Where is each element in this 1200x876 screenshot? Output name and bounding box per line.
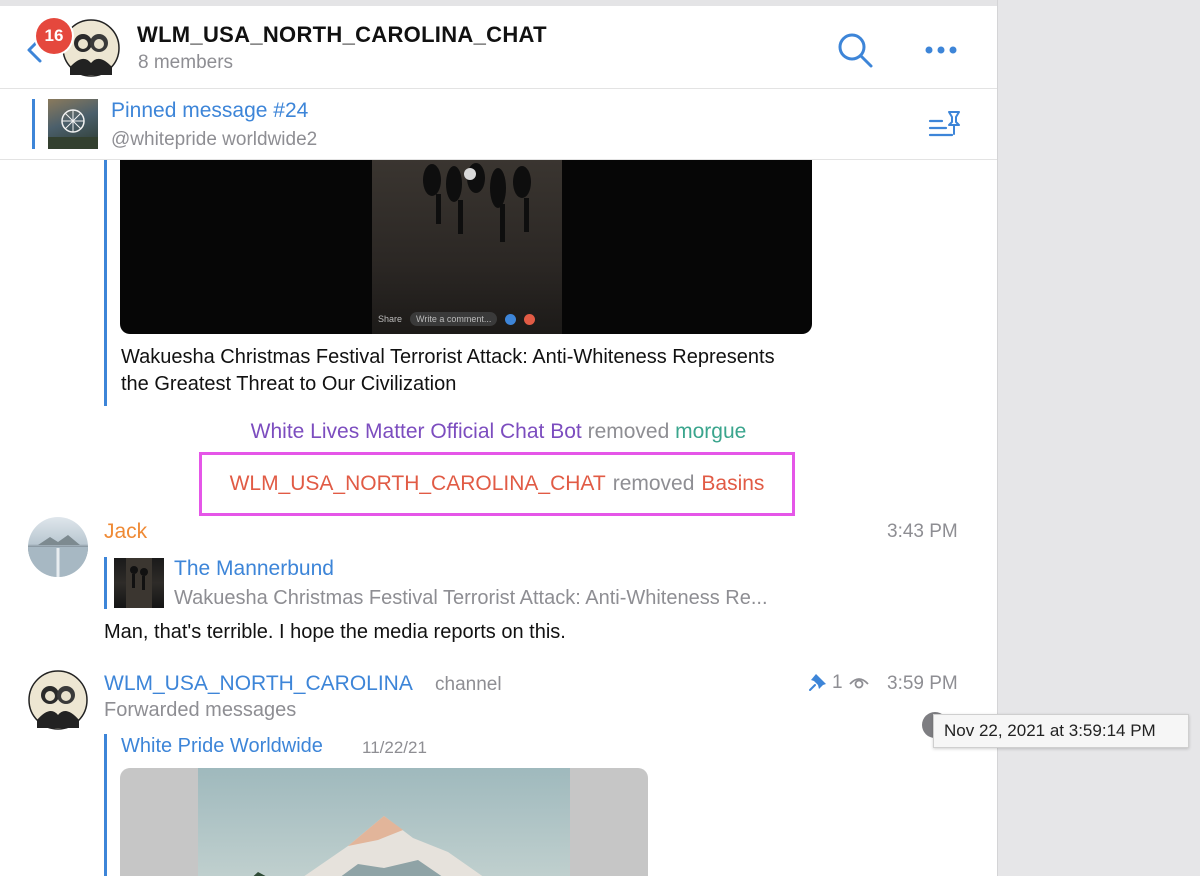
avatar[interactable] [28, 670, 88, 730]
forwarded-date: 11/22/21 [362, 738, 427, 757]
photo-attachment[interactable] [120, 768, 648, 876]
more-options-icon[interactable] [921, 42, 961, 58]
message-text: Man, that's terrible. I hope the media r… [104, 621, 566, 643]
reply-text[interactable]: Wakuesha Christmas Festival Terrorist At… [174, 587, 844, 610]
forward-accent-line [104, 734, 107, 876]
pin-icon [809, 674, 826, 691]
timestamp-tooltip: Nov 22, 2021 at 3:59:14 PM [933, 714, 1189, 748]
service-actor[interactable]: WLM_USA_NORTH_CAROLINA_CHAT [230, 472, 606, 496]
forwarded-post-caption: Wakuesha Christmas Festival Terrorist At… [121, 346, 775, 395]
view-count: 1 [832, 672, 843, 693]
forwarded-from[interactable]: White Pride Worldwide [121, 735, 323, 758]
unread-count-badge[interactable]: 16 [36, 18, 72, 54]
service-target[interactable]: morgue [675, 420, 746, 443]
pinned-message-bar[interactable]: Pinned message #24 @whitepride worldwide… [0, 89, 997, 160]
chat-title: WLM_USA_NORTH_CAROLINA_CHAT [137, 22, 547, 47]
member-count: 8 members [138, 52, 234, 73]
views-eye-icon [849, 678, 869, 689]
avatar[interactable] [28, 517, 88, 577]
reply-thumbnail [114, 558, 164, 608]
forward-accent-line [104, 160, 107, 406]
service-target[interactable]: Basins [701, 472, 764, 496]
chat-avatar[interactable] [62, 19, 120, 77]
video-preview[interactable]: Share Write a comment... [120, 160, 812, 334]
sender-name[interactable]: WLM_USA_NORTH_CAROLINA [104, 672, 413, 696]
forwarded-status: Forwarded messages [104, 699, 297, 721]
pinned-username: @whitepride worldwide2 [111, 129, 318, 150]
reply-accent-line [104, 557, 107, 609]
pinned-list-icon[interactable] [927, 109, 963, 141]
message-time: 3:59 PM [887, 673, 958, 694]
service-action: removed [587, 420, 670, 443]
sender-name[interactable]: Jack [104, 520, 147, 544]
reply-title[interactable]: The Mannerbund [174, 557, 334, 581]
love-reaction-icon [524, 313, 536, 325]
pinned-thumbnail [48, 99, 98, 149]
service-message: White Lives Matter Official Chat Bot rem… [0, 420, 997, 444]
highlighted-service-message: WLM_USA_NORTH_CAROLINA_CHAT removed Basi… [199, 452, 795, 516]
chat-header: 16 WLM_USA_NORTH_CAROLINA_CHAT 8 members [0, 6, 997, 89]
pinned-title[interactable]: Pinned message #24 [111, 99, 308, 123]
search-icon[interactable] [835, 30, 875, 70]
video-comment-placeholder[interactable]: Write a comment... [410, 312, 498, 326]
message-time: 3:43 PM [887, 521, 958, 542]
message-list[interactable]: Share Write a comment... Wakuesha Christ… [0, 160, 997, 876]
sender-tag: channel [435, 674, 502, 695]
video-share-label[interactable]: Share [378, 314, 402, 324]
video-controls[interactable]: Share Write a comment... [378, 308, 568, 330]
service-action: removed [612, 472, 695, 495]
like-reaction-icon [505, 313, 517, 325]
chat-window: 16 WLM_USA_NORTH_CAROLINA_CHAT 8 members [0, 0, 998, 876]
service-actor[interactable]: White Lives Matter Official Chat Bot [251, 420, 582, 443]
pinned-accent-line [32, 99, 35, 149]
mountain-image [198, 768, 570, 876]
